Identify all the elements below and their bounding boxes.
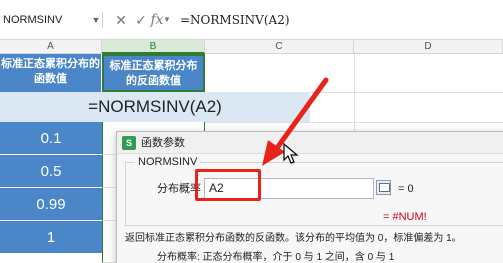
mouse-cursor-icon bbox=[283, 143, 299, 164]
annotation-arrow-icon bbox=[262, 77, 329, 166]
